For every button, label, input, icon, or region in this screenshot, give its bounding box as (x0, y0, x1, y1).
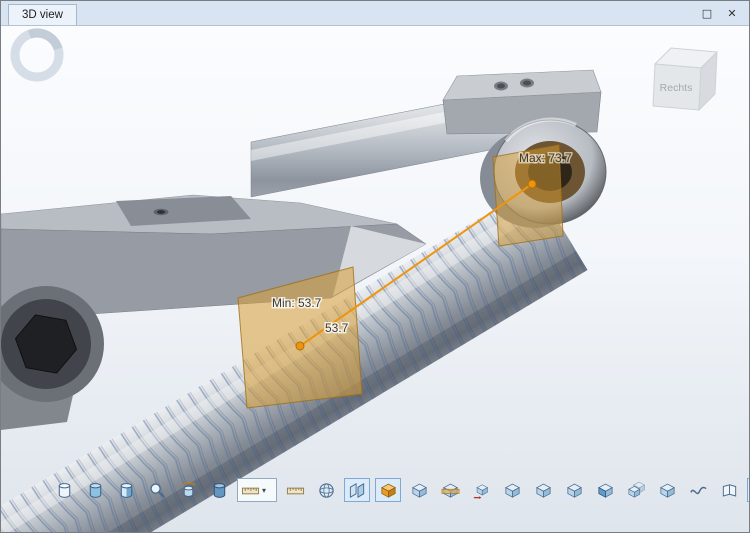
cylinder-section-icon (117, 481, 136, 500)
navigation-cube-label: Rechts (660, 82, 693, 94)
cylinder-wireframe-button[interactable] (51, 478, 77, 502)
navigation-cube[interactable]: Rechts (652, 47, 719, 112)
max-label: Max: 73.7 (519, 151, 572, 165)
3d-viewport[interactable]: Min: 53.7 53.7 Max: 73.7 Rechts ▾ (1, 26, 749, 532)
cube-clip-plane-button[interactable] (437, 478, 463, 502)
cube-view-iso-icon (658, 481, 677, 500)
clip-planes-button[interactable] (344, 478, 370, 502)
cylinder-dark-button[interactable] (206, 478, 232, 502)
close-button[interactable]: ✕ (721, 4, 743, 22)
window-controls: □ ✕ (696, 1, 749, 25)
close-icon: ✕ (727, 6, 737, 20)
cube-copy-button[interactable] (623, 478, 649, 502)
cube-shaded-icon (410, 481, 429, 500)
clip-box-icon (379, 481, 398, 500)
max-point-marker[interactable] (527, 179, 537, 189)
tab-3d-view[interactable]: 3D view (8, 4, 77, 25)
maximize-button[interactable]: □ (696, 4, 718, 22)
tab-title: 3D view (22, 9, 63, 21)
cube-copy-icon (627, 481, 646, 500)
titlebar: 3D view □ ✕ (1, 1, 749, 26)
cube-clip-plane-icon (441, 481, 460, 500)
ruler-button[interactable] (282, 478, 308, 502)
ruler-icon (286, 481, 305, 500)
spline-measure-icon (689, 481, 708, 500)
cylinder-dark-icon (210, 481, 229, 500)
measure-mode-icon (241, 481, 260, 500)
cube-view-left-button[interactable] (561, 478, 587, 502)
spline-measure-button[interactable] (685, 478, 711, 502)
clip-planes-icon (348, 481, 367, 500)
cube-view-back-icon (534, 481, 553, 500)
cube-view-back-button[interactable] (530, 478, 556, 502)
cube-view-front-icon (503, 481, 522, 500)
cylinder-orbit-icon (179, 481, 198, 500)
cylinder-shaded-icon (86, 481, 105, 500)
cube-view-iso-button[interactable] (654, 478, 680, 502)
cube-face-select-icon (596, 481, 615, 500)
orientation-compass[interactable] (9, 27, 65, 83)
segment-label: 53.7 (325, 321, 349, 335)
mesh-sphere-button[interactable] (313, 478, 339, 502)
zoom-icon (148, 481, 167, 500)
cylinder-section-button[interactable] (113, 478, 139, 502)
zoom-button[interactable] (144, 478, 170, 502)
cube-offset-icon (472, 481, 491, 500)
dual-view-button[interactable] (716, 478, 742, 502)
dropdown-arrow-icon: ▾ (262, 485, 267, 495)
cylinder-wireframe-icon (55, 481, 74, 500)
min-point-marker[interactable] (295, 341, 305, 351)
dual-view-icon (720, 481, 739, 500)
view-toolbar: ▾ (51, 478, 749, 502)
cylinder-orbit-button[interactable] (175, 478, 201, 502)
mesh-sphere-icon (317, 481, 336, 500)
cylinder-shaded-button[interactable] (82, 478, 108, 502)
maximize-icon: □ (701, 6, 713, 20)
cube-face-select-button[interactable] (592, 478, 618, 502)
cube-view-left-icon (565, 481, 584, 500)
3d-scene: Min: 53.7 53.7 Max: 73.7 Rechts (1, 27, 719, 532)
cube-shaded-button[interactable] (406, 478, 432, 502)
cube-offset-button[interactable] (468, 478, 494, 502)
measure-mode-button[interactable]: ▾ (237, 478, 277, 502)
cube-view-front-button[interactable] (499, 478, 525, 502)
clip-box-button[interactable] (375, 478, 401, 502)
top-right-block[interactable] (442, 69, 602, 135)
3d-view-window: 3D view □ ✕ Min: 53.7 53.7 Max: 73.7 Rec… (0, 0, 750, 533)
min-label: Min: 53.7 (272, 296, 322, 310)
